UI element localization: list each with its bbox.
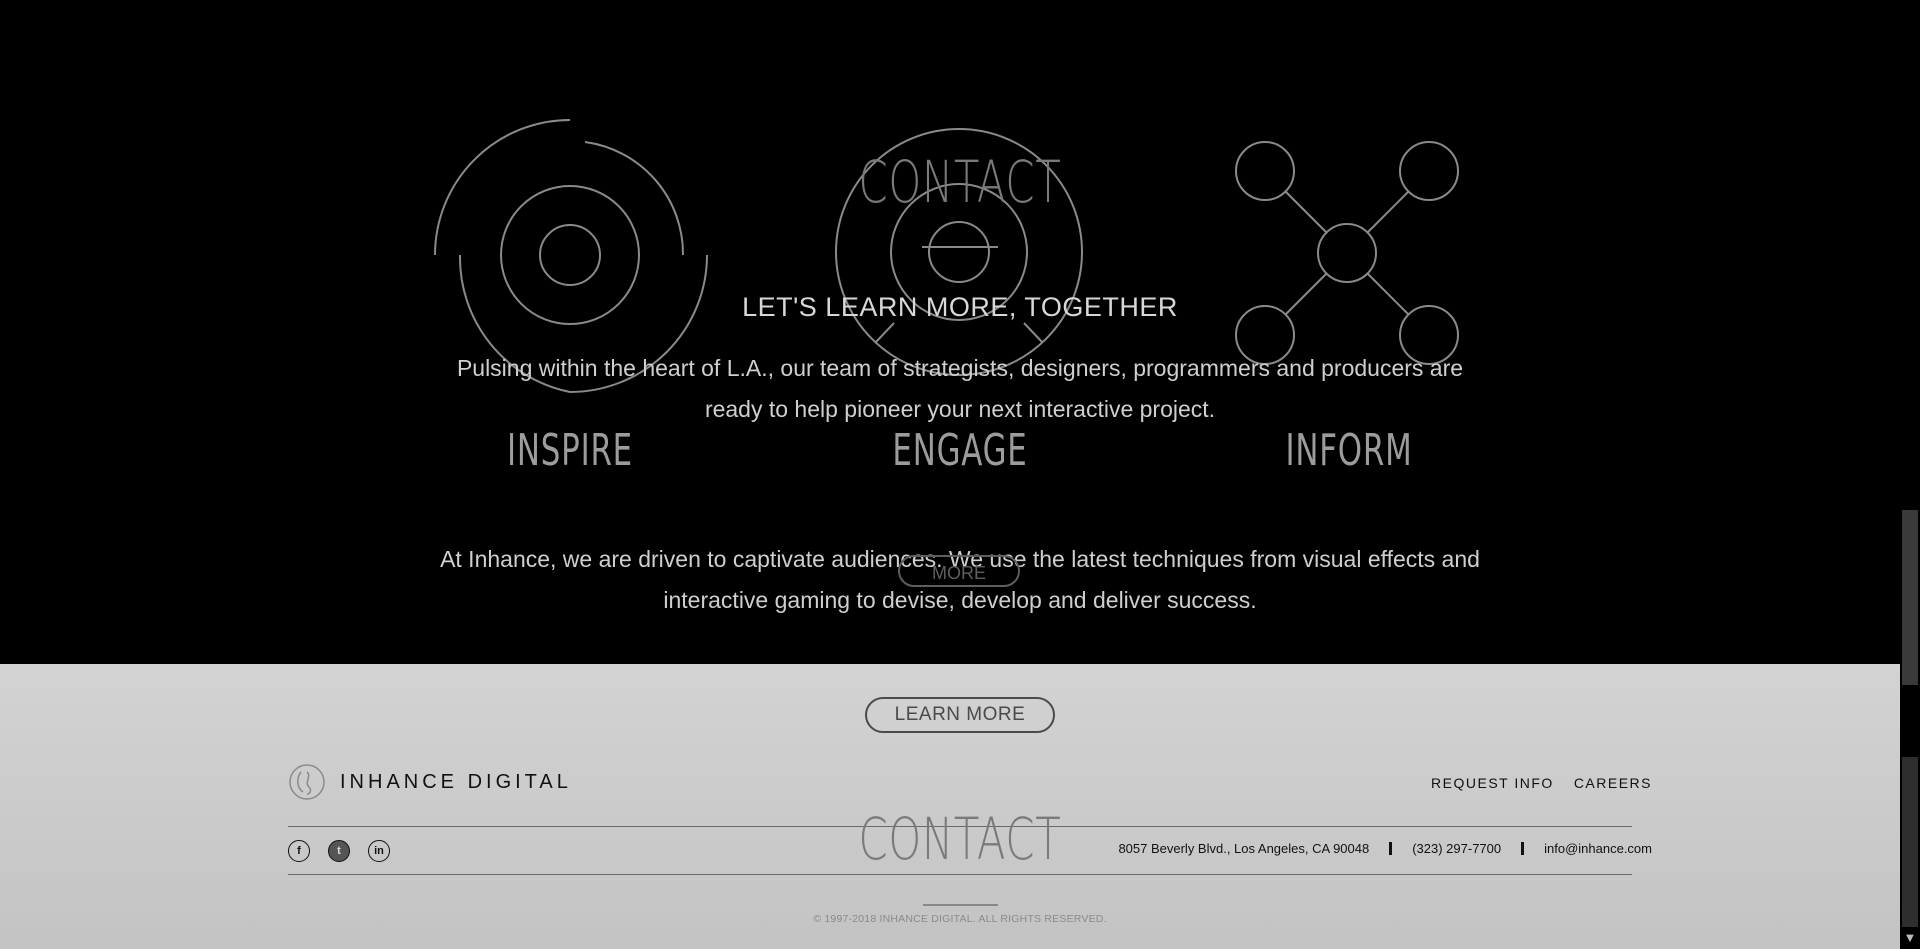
feature-label-inform: INFORM — [1285, 425, 1413, 476]
social-links: f t in — [288, 840, 390, 862]
contact-subtitle: LET'S LEARN MORE, TOGETHER — [742, 292, 1178, 322]
copyright: © 1997-2018 INHANCE DIGITAL. ALL RIGHTS … — [813, 913, 1107, 925]
contact-description: Pulsing within the heart of L.A., our te… — [456, 355, 1464, 422]
inhance-logo-icon — [289, 764, 325, 800]
separator — [1389, 842, 1393, 855]
nav-careers[interactable]: CAREERS — [1574, 775, 1652, 791]
scroll-down-arrow-icon[interactable]: ▼ — [1903, 932, 1917, 946]
nav-request-info[interactable]: REQUEST INFO — [1431, 775, 1554, 791]
feature-label-engage: ENGAGE — [892, 425, 1028, 476]
contact-info: 8057 Beverly Blvd., Los Angeles, CA 9004… — [1118, 841, 1652, 856]
address: 8057 Beverly Blvd., Los Angeles, CA 9004… — [1118, 841, 1370, 856]
separator — [1521, 842, 1525, 855]
scrollbar-thumb[interactable] — [1902, 510, 1918, 685]
contact-overlay-title: CONTACT — [858, 148, 1062, 216]
facebook-icon[interactable]: f — [288, 840, 310, 862]
more-button[interactable]: MORE — [898, 555, 1020, 587]
footer-divider-bottom — [288, 874, 1632, 875]
brand-name: INHANCE DIGITAL — [340, 770, 572, 793]
scrollbar-thumb-secondary[interactable] — [1902, 757, 1918, 927]
phone-link[interactable]: (323) 297-7700 — [1412, 841, 1501, 856]
brand-logo[interactable]: INHANCE DIGITAL — [288, 762, 572, 802]
footer-contact-title: CONTACT — [858, 805, 1062, 873]
network-nodes-icon — [1235, 141, 1459, 365]
twitter-icon[interactable]: t — [328, 840, 350, 862]
linkedin-icon[interactable]: in — [368, 840, 390, 862]
learn-more-button[interactable]: LEARN MORE — [865, 697, 1055, 733]
copyright-divider — [923, 904, 998, 906]
feature-label-inspire: INSPIRE — [507, 425, 633, 476]
email-link[interactable]: info@inhance.com — [1544, 841, 1652, 856]
footer-nav: REQUEST INFO CAREERS — [1431, 775, 1652, 791]
